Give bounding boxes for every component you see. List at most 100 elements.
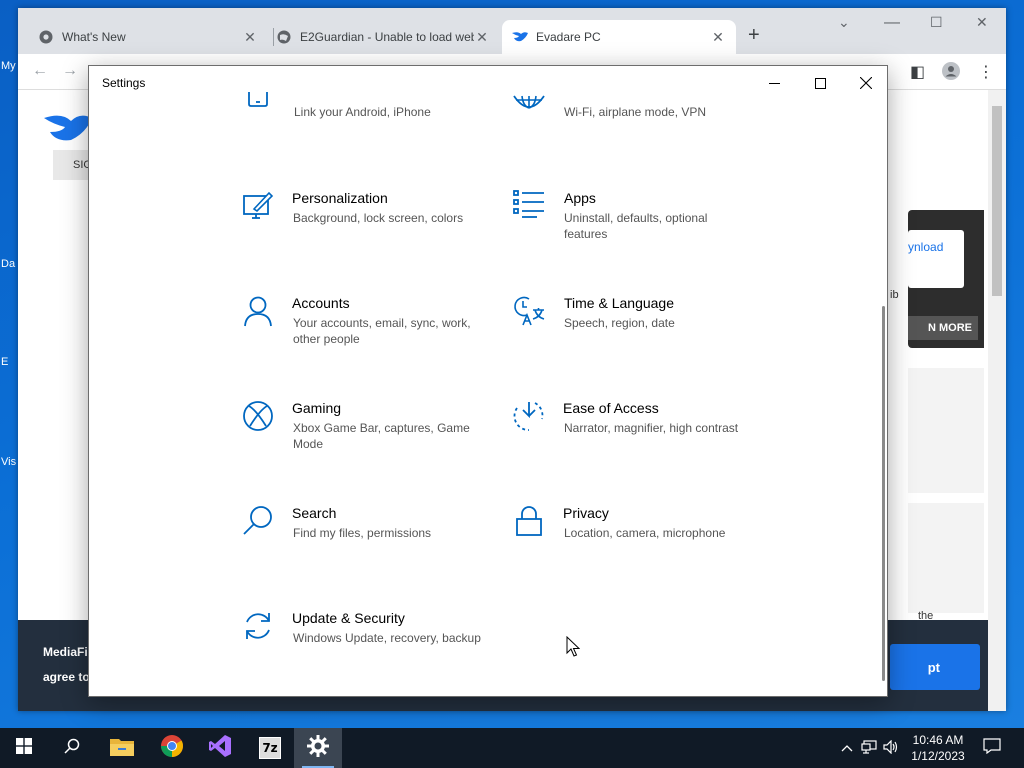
close-icon[interactable]: ✕ <box>242 29 258 46</box>
xbox-icon <box>242 400 274 432</box>
menu-kebab-icon[interactable]: ⋮ <box>978 62 994 82</box>
maximize-icon[interactable] <box>797 70 843 96</box>
settings-item-name: Apps <box>564 190 596 206</box>
settings-item-desc: Your accounts, email, sync, work, other … <box>293 316 471 346</box>
7zip-icon: 7z <box>259 737 281 759</box>
page-scrollbar[interactable] <box>988 90 1006 711</box>
forward-arrow-icon[interactable]: → <box>62 62 78 80</box>
tab-whats-new[interactable]: What's New ✕ <box>28 20 268 54</box>
network-icon[interactable] <box>858 739 880 757</box>
update-icon <box>242 610 274 642</box>
globe-icon <box>276 29 292 45</box>
close-icon[interactable]: ✕ <box>976 14 988 31</box>
settings-item-name: Personalization <box>292 190 388 206</box>
tab-label: E2Guardian - Unable to load web <box>300 30 474 44</box>
tab-e2guardian[interactable]: E2Guardian - Unable to load web ✕ <box>266 20 500 54</box>
back-arrow-icon[interactable]: ← <box>32 62 48 80</box>
action-center-button[interactable] <box>970 728 1014 768</box>
phone-icon <box>243 92 275 124</box>
learn-more-button[interactable]: N MORE <box>908 316 978 340</box>
ease-of-access-icon <box>513 400 545 432</box>
start-button[interactable] <box>0 728 48 768</box>
settings-item-desc: Narrator, magnifier, high contrast <box>564 421 739 435</box>
settings-gear-icon <box>307 734 329 762</box>
desktop-icon-label[interactable]: E <box>1 356 8 368</box>
volume-icon[interactable] <box>880 739 902 757</box>
mediafire-logo-icon[interactable] <box>44 112 92 147</box>
content-block <box>908 503 984 613</box>
taskbar-7zip[interactable]: 7z <box>246 728 294 768</box>
side-panel-icon[interactable]: ◧ <box>910 62 925 82</box>
taskbar-settings[interactable] <box>294 728 342 768</box>
start-icon <box>16 737 32 759</box>
maximize-icon[interactable]: ☐ <box>930 14 943 31</box>
time-language-icon <box>513 295 545 327</box>
person-icon <box>242 295 274 327</box>
accept-button[interactable]: pt <box>890 644 980 690</box>
file-explorer-icon <box>110 736 134 761</box>
mediafire-icon <box>512 29 528 45</box>
sign-in-button[interactable]: SIG <box>53 150 93 180</box>
globe-network-icon <box>513 92 545 124</box>
settings-item-name: Privacy <box>563 505 609 521</box>
dropdown-fragment-text: ib <box>890 289 899 301</box>
settings-item-name: Ease of Access <box>563 400 659 416</box>
clock-date: 1/12/2023 <box>911 749 965 763</box>
settings-scrollbar[interactable] <box>882 306 885 681</box>
settings-item-desc: Speech, region, date <box>564 316 675 330</box>
notification-icon <box>983 737 1001 759</box>
taskbar-file-explorer[interactable] <box>98 728 146 768</box>
download-button[interactable]: ynload <box>908 230 964 288</box>
taskbar: 7z 10:46 AM 1/12/2023 <box>0 728 1024 768</box>
tab-search-icon[interactable]: ⌄ <box>838 14 850 31</box>
close-icon[interactable]: ✕ <box>474 29 490 46</box>
clock-time: 10:46 AM <box>912 733 964 747</box>
banner-text: agree to <box>43 670 90 684</box>
lock-icon <box>513 505 545 537</box>
settings-item-desc: Uninstall, defaults, optional features <box>564 211 708 241</box>
minimize-icon[interactable]: — <box>884 14 900 32</box>
settings-item-desc: Background, lock screen, colors <box>293 211 464 225</box>
settings-item-desc: Windows Update, recovery, backup <box>293 631 481 645</box>
chevron-up-icon[interactable] <box>838 741 856 755</box>
settings-item-desc: Link your Android, iPhone <box>294 105 431 119</box>
chrome-icon <box>160 734 184 763</box>
settings-item-name: Search <box>292 505 337 521</box>
search-icon <box>64 738 80 759</box>
search-icon <box>242 505 274 537</box>
taskbar-visual-studio[interactable] <box>196 728 244 768</box>
banner-text: MediaFi <box>43 645 88 659</box>
settings-item-name: Time & Language <box>564 295 674 311</box>
settings-item-desc: Wi-Fi, airplane mode, VPN <box>564 105 707 119</box>
taskbar-search-button[interactable] <box>48 728 96 768</box>
close-icon[interactable]: ✕ <box>710 29 726 46</box>
profile-icon[interactable] <box>942 62 960 85</box>
promo-panel: ynload N MORE <box>908 210 984 348</box>
tab-evadare-pc[interactable]: Evadare PC ✕ <box>502 20 736 54</box>
settings-item-desc: Location, camera, microphone <box>564 526 726 540</box>
settings-item-name: Accounts <box>292 295 350 311</box>
tab-label: Evadare PC <box>536 30 601 44</box>
tab-label: What's New <box>62 30 126 44</box>
taskbar-chrome[interactable] <box>148 728 196 768</box>
desktop-icon-label[interactable]: Da <box>1 258 15 270</box>
window-title: Settings <box>102 76 146 90</box>
settings-window: Settings Link your Android, iPhone Wi-Fi… <box>88 65 888 697</box>
mouse-cursor-icon <box>566 635 581 663</box>
minimize-icon[interactable] <box>751 70 797 96</box>
settings-item-desc: Find my files, permissions <box>293 526 432 540</box>
chrome-icon <box>38 29 54 45</box>
system-tray <box>838 728 902 768</box>
settings-item-desc: Xbox Game Bar, captures, Game Mode <box>293 421 470 451</box>
new-tab-button[interactable]: + <box>748 24 760 47</box>
scrollbar-thumb[interactable] <box>992 106 1002 296</box>
visual-studio-icon <box>208 734 232 763</box>
content-block <box>908 368 984 493</box>
personalization-icon <box>242 190 274 222</box>
taskbar-clock[interactable]: 10:46 AM 1/12/2023 <box>900 732 976 764</box>
desktop-icon-label[interactable]: Vis <box>1 456 16 468</box>
settings-item-name: Gaming <box>292 400 342 416</box>
apps-list-icon <box>513 190 545 222</box>
desktop-icon-label[interactable]: My <box>1 60 16 72</box>
close-icon[interactable] <box>843 70 887 96</box>
